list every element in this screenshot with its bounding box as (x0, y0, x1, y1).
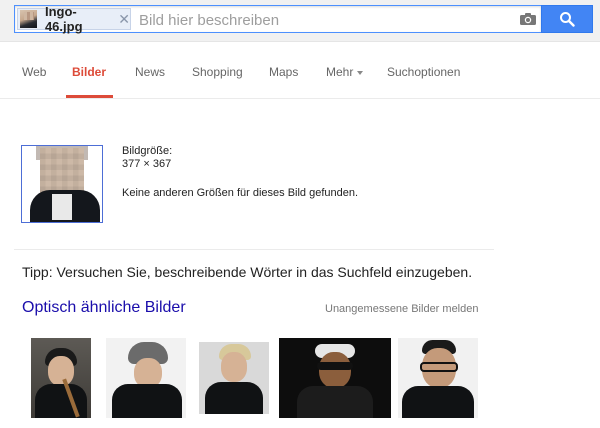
pixelated-face (40, 148, 84, 194)
image-size-label: Bildgröße: (122, 145, 173, 157)
image-size-value: 377 × 367 (122, 158, 172, 170)
chip-filename: Ingo-46.jpg (44, 4, 83, 34)
top-bar: Ingo-46.jpg ✕ (0, 0, 600, 42)
tab-maps[interactable]: Maps (269, 65, 298, 79)
search-tabs: Web Bilder News Shopping Maps Mehr Sucho… (0, 42, 600, 99)
search-input[interactable] (139, 10, 499, 30)
thumb-detail (221, 352, 247, 382)
thumb-detail (402, 386, 474, 418)
similar-image-thumbnail[interactable] (31, 338, 91, 418)
search-icon (560, 12, 575, 27)
tab-images[interactable]: Bilder (72, 65, 106, 79)
chevron-down-icon (357, 70, 364, 75)
tab-more[interactable]: Mehr (326, 65, 364, 79)
chip-thumbnail (20, 10, 37, 28)
thumb-detail (420, 362, 458, 372)
divider (14, 249, 494, 250)
no-other-sizes-text: Keine anderen Größen für dieses Bild gef… (122, 187, 359, 199)
tab-news[interactable]: News (135, 65, 165, 79)
thumb-detail (48, 356, 74, 386)
thumb-detail (319, 352, 351, 388)
camera-icon[interactable] (519, 12, 537, 26)
thumb-detail (317, 362, 353, 370)
thumb-detail (112, 384, 182, 418)
query-image-thumbnail[interactable] (21, 145, 103, 223)
image-query-chip[interactable]: Ingo-46.jpg ✕ (17, 4, 131, 34)
chip-close-icon[interactable]: ✕ (118, 12, 130, 26)
thumb-detail (35, 384, 87, 418)
similar-image-thumbnail[interactable] (199, 342, 269, 414)
tab-shopping[interactable]: Shopping (192, 65, 243, 79)
active-tab-indicator (66, 95, 113, 98)
search-tip: Tipp: Versuchen Sie, beschreibende Wörte… (22, 264, 473, 280)
report-inappropriate-link[interactable]: Unangemessene Bilder melden (325, 303, 478, 315)
similar-image-thumbnail[interactable] (398, 338, 478, 418)
similar-image-thumbnail[interactable] (279, 338, 391, 418)
tab-web[interactable]: Web (22, 65, 46, 79)
thumb-detail (205, 382, 263, 414)
tab-more-label: Mehr (326, 65, 354, 79)
tab-search-options[interactable]: Suchoptionen (387, 65, 460, 79)
thumb-detail (297, 386, 373, 418)
search-button[interactable] (541, 5, 593, 33)
similar-image-thumbnail[interactable] (106, 338, 186, 418)
similar-images-link[interactable]: Optisch ähnliche Bilder (22, 299, 186, 317)
search-box[interactable]: Ingo-46.jpg ✕ (14, 4, 542, 34)
thumb-collar (52, 194, 72, 220)
